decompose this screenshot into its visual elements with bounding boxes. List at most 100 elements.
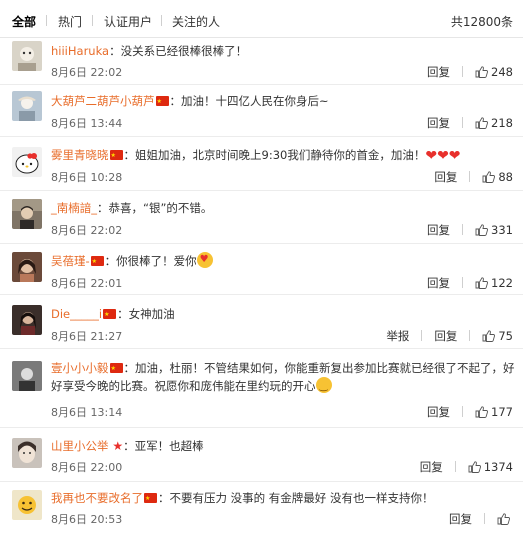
tab-divider — [161, 15, 162, 26]
star-badge-icon: ★ — [108, 439, 124, 453]
china-flag-icon — [109, 147, 123, 165]
like-count: 177 — [491, 405, 513, 419]
reply-button[interactable]: 回复 — [420, 459, 443, 475]
like-button[interactable]: 88 — [482, 170, 513, 184]
comment-time: 8月6日 22:02 — [51, 224, 123, 237]
comment-time: 8月6日 20:53 — [51, 513, 123, 526]
comment-time: 8月6日 13:44 — [51, 117, 123, 130]
comment-item: _南楠諳_：恭喜，“银”的不错。 8月6日 22:02 回复 331 — [0, 191, 523, 244]
reply-button[interactable]: 回复 — [449, 511, 472, 527]
action-divider — [462, 224, 464, 235]
comment-text: ：亚军！也超棒 — [123, 439, 204, 453]
thumbs-up-icon — [475, 66, 489, 78]
action-divider — [454, 461, 456, 472]
like-button[interactable]: 122 — [475, 276, 513, 290]
comment-time: 8月6日 21:27 — [51, 330, 123, 343]
thumbs-up-icon — [475, 406, 489, 418]
china-flag-icon — [103, 306, 117, 324]
comment-item: 山里小公举 ★：亚军！也超棒 8月6日 22:00 回复 1374 — [0, 428, 523, 482]
thumbs-up-icon — [475, 117, 489, 129]
comment-username[interactable]: 雾里青晓晓 — [51, 148, 109, 162]
comment-text: ：姐姐加油，北京时间晚上9:30我们静待你的首金，加油！ — [123, 148, 426, 162]
comment-username[interactable]: 我再也不要改名了 — [51, 491, 143, 505]
tab-hot[interactable]: 热门 — [58, 13, 82, 30]
comment-username[interactable]: 山里小公举 — [51, 439, 109, 453]
like-count: 1374 — [483, 460, 513, 474]
comment-text: ：没关系已经很棒很棒了！ — [109, 44, 248, 58]
china-flag-icon — [144, 490, 157, 508]
comment-total-count: 共12800条 — [450, 15, 513, 29]
comment-text: ：女神加油 — [117, 307, 175, 321]
comment-username[interactable]: Die_____i — [51, 307, 102, 321]
reply-button[interactable]: 回复 — [434, 169, 457, 185]
avatar[interactable] — [12, 41, 42, 71]
china-flag-icon — [155, 93, 169, 111]
thumbs-up-icon — [482, 171, 496, 183]
comment-filter-bar: 全部 热门 认证用户 关注的人 共12800条 — [0, 0, 523, 38]
avatar[interactable] — [12, 305, 42, 335]
tab-all[interactable]: 全部 — [12, 13, 36, 30]
comment-text: ：恭喜，“银”的不错。 — [97, 201, 213, 215]
thumbs-up-icon — [497, 513, 510, 525]
comment-item: Die_____i ：女神加油 8月6日 21:27 举报 回复 75 — [0, 295, 523, 349]
like-button[interactable]: 177 — [475, 405, 513, 419]
like-button[interactable]: 75 — [482, 329, 513, 343]
like-button[interactable]: 331 — [475, 223, 513, 237]
like-count: 88 — [498, 170, 513, 184]
comment-time: 8月6日 13:14 — [51, 406, 123, 419]
action-divider — [462, 277, 464, 288]
heart-emoji-icon: ❤ — [425, 148, 438, 164]
tab-verified-users[interactable]: 认证用户 — [104, 13, 152, 30]
avatar[interactable] — [12, 252, 42, 282]
comment-item: 我再也不要改名了 ：不要有压力 没事的 有金牌最好 没有也一样支持你！ 8月6日 … — [0, 482, 523, 537]
reply-button[interactable]: 回复 — [427, 115, 450, 131]
comment-username[interactable]: hiiiHaruka — [51, 44, 109, 58]
action-divider — [469, 330, 471, 341]
comment-item: hiiiHaruka：没关系已经很棒很棒了！ 8月6日 22:02 回复 248 — [0, 38, 523, 85]
comment-time: 8月6日 22:01 — [51, 277, 123, 290]
like-count: 248 — [491, 65, 513, 79]
reply-button[interactable]: 回复 — [427, 404, 450, 420]
avatar[interactable] — [12, 438, 42, 468]
comment-username[interactable]: 吴蓓瑾- — [51, 254, 90, 268]
report-button[interactable]: 举报 — [386, 328, 409, 344]
action-divider — [462, 117, 464, 128]
comment-time: 8月6日 22:00 — [51, 461, 123, 474]
like-button[interactable]: 248 — [475, 65, 513, 79]
heart-emoji-icon: ❤ — [437, 148, 449, 164]
reply-button[interactable]: 回复 — [427, 222, 450, 238]
comment-time: 8月6日 10:28 — [51, 171, 123, 184]
avatar[interactable] — [12, 147, 42, 177]
avatar[interactable] — [12, 199, 42, 229]
thumbs-up-icon — [475, 277, 489, 289]
like-button[interactable]: 218 — [475, 116, 513, 130]
avatar[interactable] — [12, 91, 42, 121]
comment-text: ：加油！十四亿人民在你身后~ — [169, 94, 329, 108]
tab-divider — [46, 15, 47, 26]
tab-following[interactable]: 关注的人 — [172, 13, 220, 30]
comment-username[interactable]: 大葫芦二葫芦小葫芦 — [51, 94, 155, 108]
tab-divider — [92, 15, 93, 26]
heart-emoji-icon: ❤ — [448, 148, 461, 164]
like-button[interactable]: 1374 — [468, 460, 513, 474]
comment-text: ：不要有压力 没事的 有金牌最好 没有也一样支持你！ — [158, 491, 434, 505]
thumbs-up-icon — [475, 224, 489, 236]
comment-item: 雾里青晓晓：姐姐加油，北京时间晚上9:30我们静待你的首金，加油！❤❤❤ 8月6… — [0, 137, 523, 191]
reply-button[interactable]: 回复 — [434, 328, 457, 344]
comment-item: 吴蓓瑾- ：你很棒了！爱你 8月6日 22:01 回复 122 — [0, 244, 523, 295]
like-count: 122 — [491, 276, 513, 290]
like-button[interactable] — [497, 512, 513, 526]
avatar[interactable] — [12, 361, 42, 391]
action-divider — [421, 330, 423, 341]
comment-username[interactable]: 壹小小小毅 — [51, 361, 109, 375]
reply-button[interactable]: 回复 — [427, 275, 450, 291]
reply-button[interactable]: 回复 — [427, 64, 450, 80]
comment-item: 大葫芦二葫芦小葫芦 ：加油！十四亿人民在你身后~ 8月6日 13:44 回复 218 — [0, 85, 523, 137]
like-count: 331 — [491, 223, 513, 237]
avatar[interactable] — [12, 490, 42, 520]
china-flag-icon — [90, 253, 104, 271]
comment-item: 壹小小小毅：加油，杜丽！不管结果如何，你能重新复出参加比赛就已经很了不起了，好好… — [0, 349, 523, 428]
china-flag-icon — [109, 360, 123, 378]
comment-username[interactable]: _南楠諳_ — [51, 201, 97, 215]
action-divider — [462, 66, 464, 77]
